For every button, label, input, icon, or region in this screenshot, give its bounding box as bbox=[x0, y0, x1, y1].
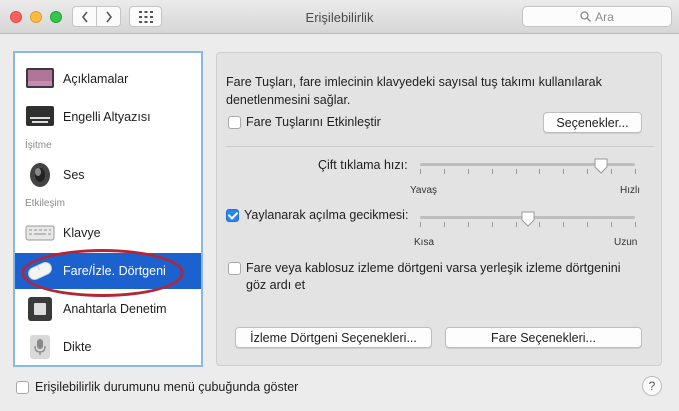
slow-label: Yavaş bbox=[410, 185, 438, 196]
slider-tick bbox=[467, 169, 469, 174]
slider-tick bbox=[611, 169, 613, 174]
show-in-menu-bar-checkbox[interactable] bbox=[16, 381, 29, 394]
sidebar-item-label: Klavye bbox=[63, 226, 101, 240]
ignore-builtin-label-line1: Fare veya kablosuz izleme dörtgeni varsa… bbox=[246, 261, 621, 275]
short-label: Kısa bbox=[414, 237, 435, 248]
mouse-keys-description: Fare Tuşları, fare imlecinin klavyedeki … bbox=[226, 75, 602, 107]
spring-loading-checkbox[interactable] bbox=[226, 209, 239, 222]
slider-tick bbox=[467, 222, 469, 227]
fast-label: Hızlı bbox=[620, 185, 640, 196]
slider-tick bbox=[515, 222, 517, 227]
slider-tick bbox=[635, 169, 636, 174]
slider-tick bbox=[587, 222, 589, 227]
sidebar-item-label: Ses bbox=[63, 168, 85, 182]
slider-tick bbox=[443, 222, 445, 227]
mouse-options-button[interactable]: Fare Seçenekleri... bbox=[445, 327, 642, 348]
spring-loading-slider-knob[interactable] bbox=[521, 211, 535, 227]
title-bar: Erişilebilirlik Ara bbox=[0, 0, 679, 34]
sidebar-section-hearing: İşitme bbox=[25, 140, 52, 151]
search-field[interactable]: Ara bbox=[522, 6, 672, 27]
slider-tick bbox=[491, 169, 493, 174]
trackpad-options-button[interactable]: İzleme Dörtgeni Seçenekleri... bbox=[235, 327, 432, 348]
slider-tick bbox=[635, 222, 636, 227]
switch-control-icon bbox=[25, 295, 55, 323]
search-placeholder: Ara bbox=[595, 9, 614, 24]
sidebar-item-label: Engelli Altyazısı bbox=[63, 110, 151, 124]
slider-tick bbox=[491, 222, 493, 227]
sidebar-item-label: Anahtarla Denetim bbox=[63, 302, 167, 316]
sidebar-item-switch-control[interactable]: Anahtarla Denetim bbox=[15, 291, 201, 327]
options-button[interactable]: Seçenekler... bbox=[543, 112, 642, 133]
speaker-icon bbox=[25, 161, 55, 189]
sidebar-item-descriptions[interactable]: Açıklamalar bbox=[15, 61, 201, 97]
sidebar-item-label: Fare/İzle. Dörtgeni bbox=[63, 264, 166, 278]
sidebar-item-audio[interactable]: Ses bbox=[15, 157, 201, 193]
slider-tick bbox=[563, 222, 565, 227]
slider-tick bbox=[611, 222, 613, 227]
help-button[interactable]: ? bbox=[642, 376, 662, 396]
sidebar-item-mouse-trackpad[interactable]: Fare/İzle. Dörtgeni bbox=[15, 253, 201, 289]
slider-tick bbox=[515, 169, 517, 174]
ignore-builtin-trackpad-checkbox[interactable] bbox=[228, 262, 241, 275]
captions-icon bbox=[25, 103, 55, 131]
sidebar-item-label: Dikte bbox=[63, 340, 92, 354]
spring-loading-label: Yaylanarak açılma gecikmesi: bbox=[244, 208, 409, 222]
long-label: Uzun bbox=[614, 237, 638, 248]
sidebar-item-captions[interactable]: Engelli Altyazısı bbox=[15, 99, 201, 135]
sidebar-item-dictation[interactable]: Dikte bbox=[15, 329, 201, 365]
search-icon bbox=[580, 11, 592, 22]
slider-tick bbox=[420, 169, 421, 174]
sidebar-item-label: Açıklamalar bbox=[63, 72, 129, 86]
ignore-builtin-label-line2: göz ardı et bbox=[246, 278, 306, 292]
sidebar-list: Açıklamalar Engelli Altyazısı İşitme Ses… bbox=[13, 51, 203, 367]
slider-tick bbox=[443, 169, 445, 174]
separator bbox=[226, 146, 654, 147]
enable-mouse-keys-label: Fare Tuşlarını Etkinleştir bbox=[246, 115, 381, 129]
descriptions-icon bbox=[25, 65, 55, 93]
slider-tick bbox=[539, 169, 541, 174]
double-click-speed-label: Çift tıklama hızı: bbox=[318, 158, 408, 172]
slider-tick bbox=[539, 222, 541, 227]
show-in-menu-bar-label: Erişilebilirlik durumunu menü çubuğunda … bbox=[35, 380, 299, 394]
sidebar-section-interaction: Etkileşim bbox=[25, 198, 66, 209]
slider-tick bbox=[587, 169, 589, 174]
double-click-slider-knob[interactable] bbox=[594, 158, 608, 174]
microphone-icon bbox=[25, 333, 55, 361]
slider-tick bbox=[563, 169, 565, 174]
sidebar-item-keyboard[interactable]: Klavye bbox=[15, 215, 201, 251]
keyboard-icon bbox=[25, 219, 55, 247]
enable-mouse-keys-checkbox[interactable] bbox=[228, 116, 241, 129]
slider-tick bbox=[420, 222, 421, 227]
mouse-icon bbox=[25, 257, 55, 285]
